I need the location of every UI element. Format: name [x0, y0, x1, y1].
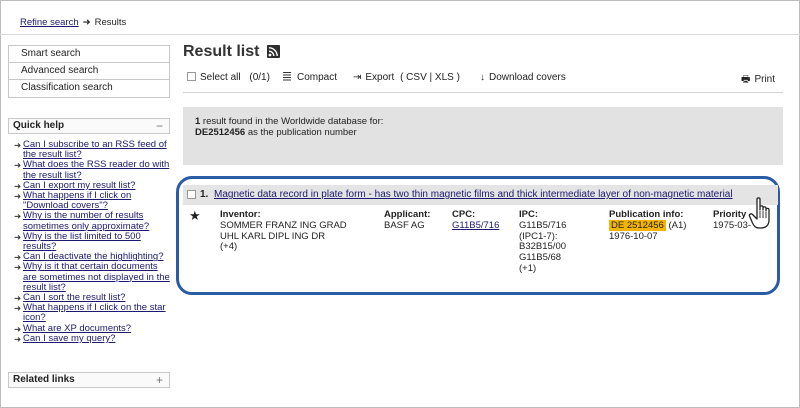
- refine-search-link[interactable]: Refine search: [20, 17, 79, 28]
- export-formats[interactable]: ( CSV | XLS ): [400, 72, 460, 83]
- expand-icon[interactable]: +: [156, 373, 163, 387]
- help-link[interactable]: ➜ Can I subscribe to an RSS feed of the r…: [14, 139, 170, 160]
- quick-help-list: ➜ Can I subscribe to an RSS feed of the r…: [14, 139, 170, 344]
- arrow-icon: ➜: [14, 191, 22, 202]
- star-icon[interactable]: ★: [189, 208, 201, 224]
- help-link[interactable]: ➜ Why is the list limited to 500 results?: [14, 231, 170, 252]
- arrow-icon: ➜: [14, 231, 22, 242]
- rss-feed-icon[interactable]: [267, 45, 280, 58]
- inventor-value: UHL KARL DIPL ING DR: [220, 230, 326, 242]
- applicant-value: BASF AG: [384, 219, 425, 231]
- smart-search-item[interactable]: Smart search: [9, 46, 169, 63]
- search-mode-menu: Smart search Advanced search Classificat…: [8, 45, 170, 98]
- result-summary: 1 result found in the Worldwide database…: [183, 107, 783, 165]
- publication-number-highlight: DE 2512456: [609, 219, 666, 231]
- help-link[interactable]: ➜ Can I save my query?: [14, 333, 170, 344]
- selection-count: (0/1): [249, 72, 270, 83]
- compact-list-icon: [283, 72, 291, 81]
- classification-search-item[interactable]: Classification search: [9, 80, 169, 97]
- breadcrumb-arrow-icon: ➜: [82, 17, 91, 28]
- arrow-icon: ➜: [14, 333, 22, 344]
- related-links-header[interactable]: Related links +: [8, 372, 170, 388]
- help-link[interactable]: ➜ What happens if I click on "Download co…: [14, 190, 170, 211]
- select-all-control[interactable]: Select all (0/1): [187, 72, 270, 83]
- page-title: Result list: [183, 43, 260, 60]
- download-covers-button[interactable]: ↓ Download covers: [480, 72, 566, 83]
- arrow-icon: ➜: [14, 140, 22, 150]
- compact-button[interactable]: Compact: [283, 72, 337, 83]
- collapse-icon[interactable]: −: [156, 119, 163, 133]
- cpc-link[interactable]: G11B5/716: [452, 220, 499, 232]
- help-link[interactable]: ➜ Why is the number of results sometimes …: [14, 211, 170, 232]
- quick-help-header[interactable]: Quick help −: [8, 118, 170, 134]
- download-icon: ↓: [480, 72, 485, 83]
- compact-label: Compact: [297, 72, 338, 83]
- select-all-label: Select all: [200, 72, 241, 83]
- applicant-column: Applicant: BASF AG: [384, 209, 430, 232]
- arrow-icon: ➜: [14, 293, 22, 304]
- arrow-icon: ➜: [14, 262, 22, 273]
- result-checkbox[interactable]: [187, 190, 196, 199]
- ipc-value: G11B5/716: [519, 219, 567, 231]
- summary-text: result found in the Worldwide database f…: [200, 116, 384, 127]
- cpc-column: CPC: G11B5/716: [452, 209, 499, 232]
- export-icon: ⇥: [353, 72, 362, 83]
- quick-help-title: Quick help: [13, 120, 65, 131]
- ipc-column: IPC: G11B5/716 (IPC1-7): B32B15/00 G11B5…: [519, 209, 567, 275]
- inventor-value: SOMMER FRANZ ING GRAD: [220, 219, 347, 231]
- download-covers-label: Download covers: [489, 72, 566, 83]
- help-link[interactable]: ➜ Why is it that certain documents are so…: [14, 262, 170, 293]
- arrow-icon: ➜: [14, 211, 22, 222]
- ipc-more[interactable]: (+1): [519, 263, 566, 275]
- related-links-title: Related links: [13, 374, 75, 385]
- inventor-more[interactable]: (+4): [220, 242, 347, 253]
- help-link[interactable]: ➜ What does the RSS reader do with the re…: [14, 160, 170, 181]
- toolbar-divider: [183, 92, 783, 93]
- query-number: DE2512456: [195, 127, 246, 138]
- export-label: Export: [365, 72, 395, 83]
- publication-kind: (A1): [668, 219, 687, 231]
- print-button[interactable]: 🖶 Print: [741, 72, 775, 89]
- publication-date: 1976-10-07: [609, 230, 658, 242]
- arrow-icon: ➜: [14, 180, 22, 191]
- select-all-checkbox[interactable]: [187, 72, 196, 81]
- export-button[interactable]: ⇥ Export ( CSV | XLS ): [353, 72, 460, 83]
- arrow-icon: ➜: [14, 323, 22, 334]
- printer-icon: 🖶: [741, 74, 751, 85]
- hand-pointer-icon: [748, 196, 778, 235]
- inventor-column: Inventor: SOMMER FRANZ ING GRAD UHL KARL…: [220, 209, 347, 253]
- header-divider: [0, 34, 800, 35]
- breadcrumb: Refine search ➜ Results: [20, 17, 126, 28]
- result-number: 1.: [200, 189, 209, 200]
- arrow-icon: ➜: [14, 252, 22, 263]
- print-label: Print: [754, 74, 776, 85]
- help-link[interactable]: ➜ What happens if I click on the star ico…: [14, 303, 170, 324]
- result-toolbar: Select all (0/1) Compact ⇥ Export ( CSV |…: [183, 68, 783, 88]
- summary-query-text: as the publication number: [245, 127, 357, 138]
- publication-column: Publication info: DE 2512456 (A1) 1976-1…: [609, 209, 687, 242]
- arrow-icon: ➜: [14, 160, 22, 171]
- breadcrumb-current: Results: [94, 17, 127, 28]
- arrow-icon: ➜: [14, 303, 22, 314]
- advanced-search-item[interactable]: Advanced search: [9, 63, 169, 80]
- result-title-link[interactable]: Magnetic data record in plate form - has…: [214, 189, 733, 200]
- result-header: 1. Magnetic data record in plate form - …: [183, 185, 778, 205]
